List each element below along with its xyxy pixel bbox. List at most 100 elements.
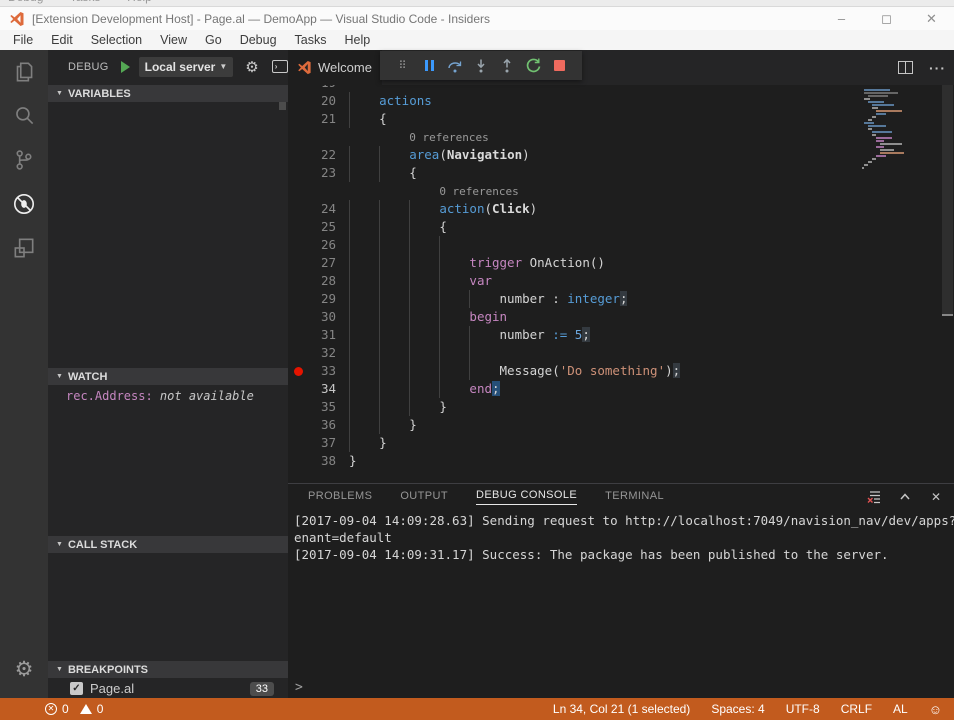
line-content[interactable]: action(Click) xyxy=(349,200,954,218)
menu-tasks[interactable]: Tasks xyxy=(286,33,336,47)
restart-button[interactable] xyxy=(520,55,546,77)
menu-selection[interactable]: Selection xyxy=(82,33,151,47)
split-editor-icon[interactable] xyxy=(898,61,913,74)
code-line[interactable]: 27 trigger OnAction() xyxy=(288,254,954,272)
clear-console-icon[interactable] xyxy=(866,489,882,505)
line-content[interactable]: end; xyxy=(349,380,954,398)
code-line[interactable]: 31 number := 5; xyxy=(288,326,954,344)
watch-expression-row[interactable]: rec.Address: not available xyxy=(66,389,254,403)
gutter[interactable]: 38 xyxy=(288,452,349,470)
gutter[interactable] xyxy=(288,182,349,200)
gutter[interactable]: 36 xyxy=(288,416,349,434)
code-line[interactable]: 32 xyxy=(288,344,954,362)
code-line[interactable]: 38} xyxy=(288,452,954,470)
menu-edit[interactable]: Edit xyxy=(42,33,82,47)
minimize-button[interactable]: – xyxy=(819,7,864,30)
breakpoints-section-header[interactable]: ▼ BREAKPOINTS xyxy=(48,661,288,678)
line-content[interactable]: Message('Do something'); xyxy=(349,362,954,380)
code-line[interactable]: 26 xyxy=(288,236,954,254)
menu-debug[interactable]: Debug xyxy=(231,33,286,47)
code-line[interactable]: 33 Message('Do something'); xyxy=(288,362,954,380)
pause-button[interactable] xyxy=(416,55,442,77)
open-console-icon[interactable]: › xyxy=(272,60,288,73)
gutter[interactable]: 21 xyxy=(288,110,349,128)
step-into-button[interactable] xyxy=(468,55,494,77)
gutter[interactable]: 22 xyxy=(288,146,349,164)
close-button[interactable]: ✕ xyxy=(909,7,954,30)
code-line[interactable]: 37 } xyxy=(288,434,954,452)
line-content[interactable]: } xyxy=(349,398,954,416)
breakpoint-dot-icon[interactable] xyxy=(294,367,303,376)
drag-grip-icon[interactable]: ⠿ xyxy=(390,55,416,77)
code-line[interactable]: 19 xyxy=(288,85,954,92)
language-mode-status[interactable]: AL xyxy=(893,702,908,716)
gutter[interactable]: 34 xyxy=(288,380,349,398)
breakpoint-row[interactable]: ✓ Page.al 33 xyxy=(48,679,288,698)
maximize-panel-icon[interactable] xyxy=(897,489,913,505)
more-actions-icon[interactable]: ··· xyxy=(929,60,946,76)
gutter[interactable]: 27 xyxy=(288,254,349,272)
gutter[interactable]: 20 xyxy=(288,92,349,110)
line-content[interactable]: { xyxy=(349,218,954,236)
gutter[interactable]: 26 xyxy=(288,236,349,254)
debug-icon[interactable] xyxy=(0,182,48,226)
gutter[interactable]: 29 xyxy=(288,290,349,308)
gutter[interactable]: 24 xyxy=(288,200,349,218)
tab-welcome[interactable]: Welcome xyxy=(288,50,382,85)
eol-status[interactable]: CRLF xyxy=(841,702,872,716)
code-editor[interactable]: 1920 actions21 { 0 references22 area(Nav… xyxy=(288,85,954,483)
line-content[interactable]: number := 5; xyxy=(349,326,954,344)
breakpoint-checkbox[interactable]: ✓ xyxy=(70,682,83,695)
indentation-status[interactable]: Spaces: 4 xyxy=(711,702,764,716)
code-line[interactable]: 21 { xyxy=(288,110,954,128)
problems-status[interactable]: ✕ 0 0 xyxy=(45,702,103,716)
menu-help[interactable]: Help xyxy=(336,33,380,47)
gutter[interactable] xyxy=(288,128,349,146)
code-line[interactable]: 36 } xyxy=(288,416,954,434)
search-icon[interactable] xyxy=(0,94,48,138)
gutter[interactable]: 37 xyxy=(288,434,349,452)
menu-view[interactable]: View xyxy=(151,33,196,47)
panel-tab-terminal[interactable]: TERMINAL xyxy=(605,490,664,505)
start-debug-icon[interactable] xyxy=(121,61,130,73)
gutter[interactable]: 33 xyxy=(288,362,349,380)
code-line[interactable]: 25 { xyxy=(288,218,954,236)
files-icon[interactable] xyxy=(0,50,48,94)
stop-button[interactable] xyxy=(546,55,572,77)
code-line[interactable]: 24 action(Click) xyxy=(288,200,954,218)
gutter[interactable]: 35 xyxy=(288,398,349,416)
codelens-row[interactable]: 0 references xyxy=(288,128,954,146)
code-line[interactable]: 34 end; xyxy=(288,380,954,398)
line-content[interactable]: number : integer; xyxy=(349,290,954,308)
code-line[interactable]: 28 var xyxy=(288,272,954,290)
codelens-references[interactable]: 0 references xyxy=(409,131,488,144)
watch-section-header[interactable]: ▼ WATCH xyxy=(48,368,288,385)
encoding-status[interactable]: UTF-8 xyxy=(786,702,820,716)
gutter[interactable]: 32 xyxy=(288,344,349,362)
maximize-button[interactable]: ◻ xyxy=(864,7,909,30)
step-over-button[interactable] xyxy=(442,55,468,77)
source-control-icon[interactable] xyxy=(0,138,48,182)
code-line[interactable]: 29 number : integer; xyxy=(288,290,954,308)
menu-go[interactable]: Go xyxy=(196,33,231,47)
line-content[interactable]: trigger OnAction() xyxy=(349,254,954,272)
line-content[interactable]: } xyxy=(349,416,954,434)
variables-section-header[interactable]: ▼ VARIABLES xyxy=(48,85,288,102)
codelens-references[interactable]: 0 references xyxy=(439,185,518,198)
line-content[interactable] xyxy=(349,236,954,254)
cursor-position-status[interactable]: Ln 34, Col 21 (1 selected) xyxy=(553,702,690,716)
line-content[interactable] xyxy=(349,344,954,362)
gutter[interactable]: 28 xyxy=(288,272,349,290)
feedback-smiley-icon[interactable]: ☺ xyxy=(929,702,942,717)
gutter[interactable]: 31 xyxy=(288,326,349,344)
line-content[interactable]: 0 references xyxy=(349,182,954,200)
editor-scrollbar[interactable] xyxy=(941,85,954,483)
close-panel-icon[interactable]: ✕ xyxy=(928,489,944,505)
line-content[interactable]: } xyxy=(349,452,954,470)
panel-tab-debug-console[interactable]: DEBUG CONSOLE xyxy=(476,489,577,505)
minimap[interactable] xyxy=(862,89,940,170)
gutter[interactable]: 30 xyxy=(288,308,349,326)
menu-file[interactable]: File xyxy=(4,33,42,47)
line-content[interactable]: begin xyxy=(349,308,954,326)
code-line[interactable]: 30 begin xyxy=(288,308,954,326)
